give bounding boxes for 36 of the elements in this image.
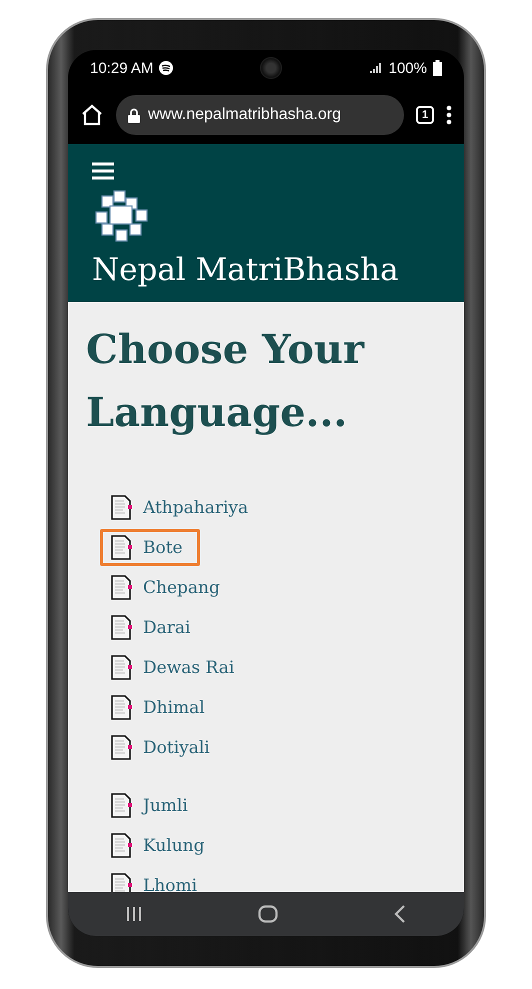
music-icon — [159, 61, 174, 75]
tab-count-button[interactable]: 1 — [416, 106, 434, 124]
page-heading: Choose Your Language... — [86, 325, 366, 438]
document-icon — [111, 695, 133, 720]
battery-icon — [432, 60, 442, 76]
menu-icon[interactable] — [446, 105, 452, 125]
language-link[interactable]: Dhimal — [100, 689, 222, 726]
document-icon — [111, 535, 133, 560]
status-time: 10:29 AM — [90, 60, 154, 76]
home-button-icon[interactable] — [258, 905, 278, 923]
signal-icon — [368, 62, 383, 74]
camera-icon — [260, 57, 282, 79]
document-icon — [111, 495, 133, 520]
document-icon — [111, 735, 133, 760]
home-icon[interactable] — [80, 103, 104, 127]
document-icon — [111, 575, 133, 600]
language-link[interactable]: Athpahariya — [100, 489, 266, 526]
language-link[interactable]: Dotiyali — [100, 729, 227, 766]
language-link[interactable]: Dewas Rai — [100, 649, 252, 686]
language-link[interactable]: Darai — [100, 609, 208, 646]
site-title: Nepal MatriBhasha — [92, 252, 400, 288]
lock-icon — [128, 108, 140, 122]
language-link[interactable]: Kulung — [100, 827, 222, 864]
document-icon — [111, 793, 133, 818]
document-icon — [111, 833, 133, 858]
battery-level: 100% — [388, 60, 427, 76]
language-link[interactable]: Jumli — [100, 787, 205, 824]
document-icon — [111, 615, 133, 640]
document-icon — [111, 655, 133, 680]
recent-apps-icon[interactable] — [126, 906, 142, 922]
hamburger-menu-icon[interactable] — [92, 162, 114, 180]
address-bar[interactable]: www.nepalmatribhasha.org — [116, 95, 404, 135]
language-link[interactable]: Bote — [100, 529, 200, 566]
language-link[interactable]: Chepang — [100, 569, 237, 606]
back-icon[interactable] — [394, 905, 406, 923]
url-text: www.nepalmatribhasha.org — [148, 106, 341, 124]
